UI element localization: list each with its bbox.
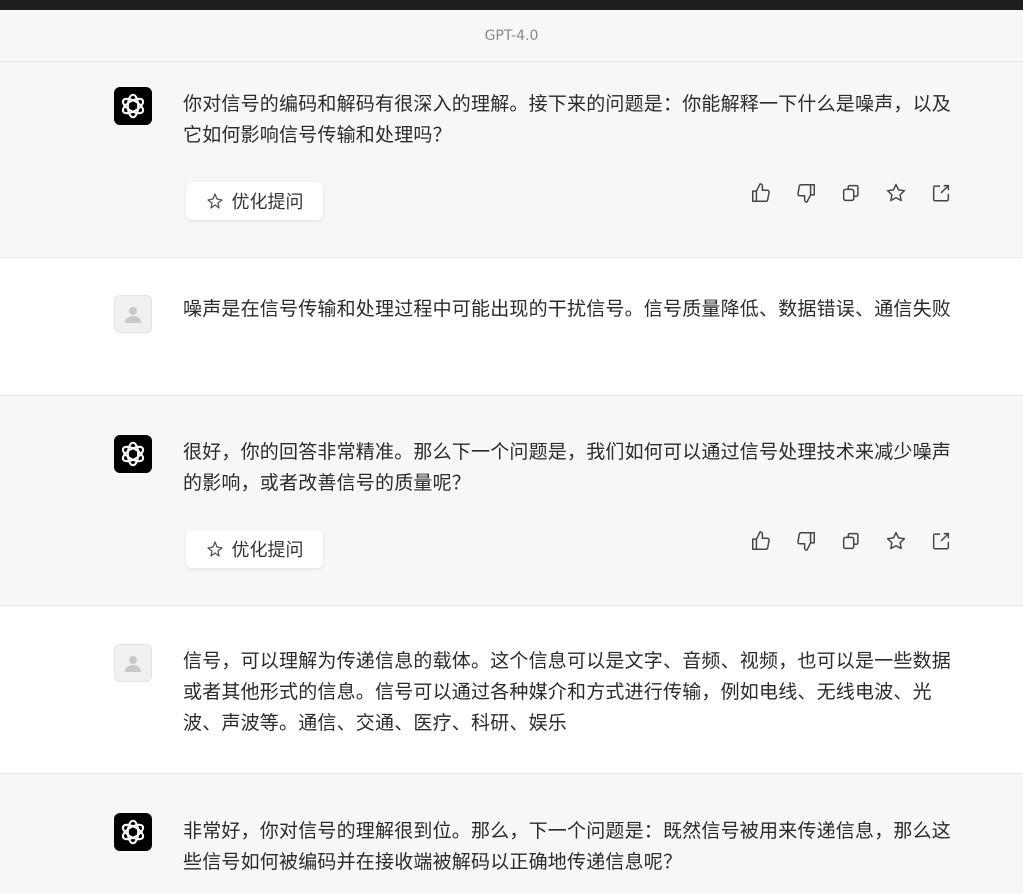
star-icon[interactable] [884,529,908,553]
user-message: 噪声是在信号传输和处理过程中可能出现的干扰信号。信号质量降低、数据错误、通信失败 [0,258,1023,396]
user-message: 信号，可以理解为传递信息的载体。这个信息可以是文字、音频、视频，也可以是一些数据… [0,606,1023,774]
copy-icon[interactable] [839,181,863,205]
optimize-label: 优化提问 [231,540,304,561]
share-icon[interactable] [929,529,953,553]
user-silhouette-icon [123,653,143,673]
star-icon[interactable] [884,181,908,205]
assistant-avatar [114,435,152,473]
message-text: 信号，可以理解为传递信息的载体。这个信息可以是文字、音频、视频，也可以是一些数据… [183,650,952,734]
message-actions [749,181,953,205]
user-avatar [114,295,152,333]
assistant-message: 很好，你的回答非常精准。那么下一个问题是，我们如何可以通过信号处理技术来减少噪声… [0,396,1023,606]
openai-logo-icon [118,439,148,469]
optimize-label: 优化提问 [231,192,304,213]
openai-logo-icon [118,91,148,121]
copy-icon[interactable] [839,529,863,553]
thumbs-down-icon[interactable] [794,529,818,553]
sparkle-pin-icon [206,192,224,210]
thumbs-up-icon[interactable] [749,529,773,553]
assistant-message: 非常好，你对信号的理解很到位。那么，下一个问题是：既然信号被用来传递信息，那么这… [0,774,1023,894]
assistant-avatar [114,87,152,125]
conversation: 你对信号的编码和解码有很深入的理解。接下来的问题是：你能解释一下什么是噪声，以及… [0,62,1023,894]
assistant-message: 你对信号的编码和解码有很深入的理解。接下来的问题是：你能解释一下什么是噪声，以及… [0,62,1023,258]
user-avatar [114,644,152,682]
assistant-avatar [114,813,152,851]
sparkle-pin-icon [206,540,224,558]
optimize-question-button[interactable]: 优化提问 [186,530,323,568]
message-text: 你对信号的编码和解码有很深入的理解。接下来的问题是：你能解释一下什么是噪声，以及… [183,93,952,146]
thumbs-up-icon[interactable] [749,181,773,205]
message-text: 很好，你的回答非常精准。那么下一个问题是，我们如何可以通过信号处理技术来减少噪声… [183,441,952,494]
optimize-question-button[interactable]: 优化提问 [186,182,323,220]
user-silhouette-icon [123,304,143,324]
window-top-bar [0,0,1023,10]
openai-logo-icon [118,817,148,847]
model-name: GPT-4.0 [484,27,539,44]
message-actions [749,529,953,553]
thumbs-down-icon[interactable] [794,181,818,205]
share-icon[interactable] [929,181,953,205]
message-text: 非常好，你对信号的理解很到位。那么，下一个问题是：既然信号被用来传递信息，那么这… [183,820,952,873]
message-text: 噪声是在信号传输和处理过程中可能出现的干扰信号。信号质量降低、数据错误、通信失败 [183,298,952,320]
model-header: GPT-4.0 [0,10,1023,62]
